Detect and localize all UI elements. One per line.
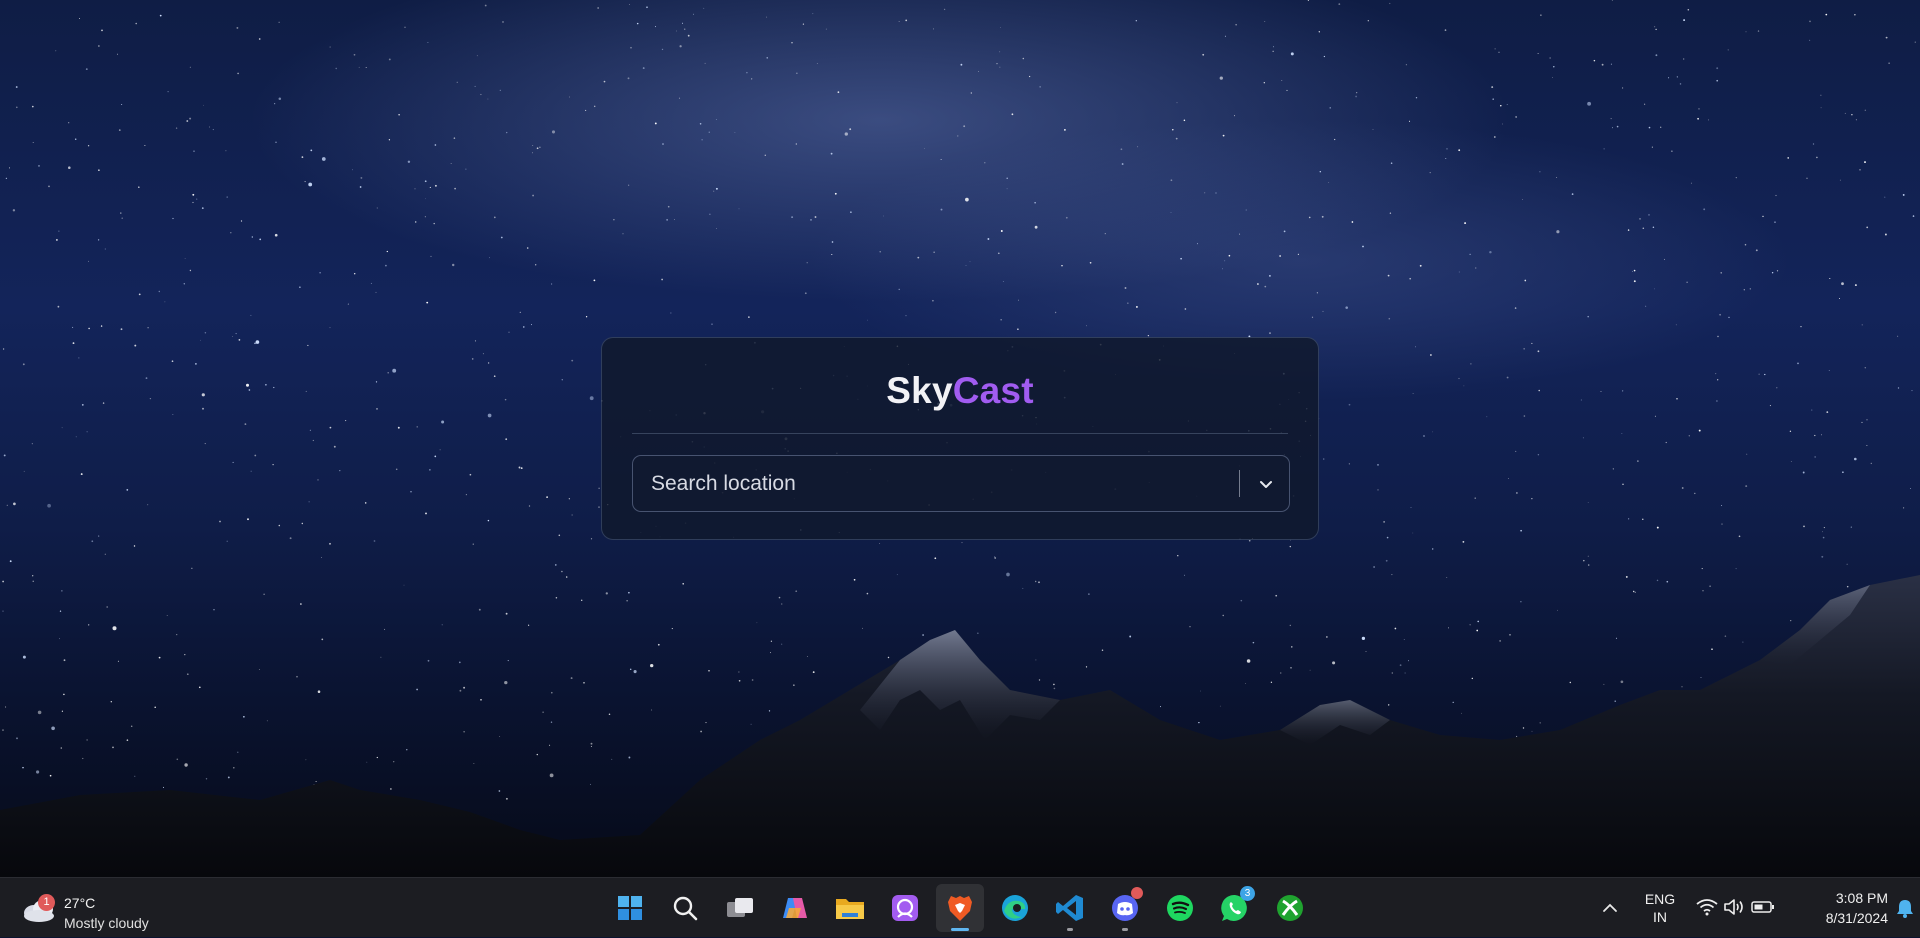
weather-condition: Mostly cloudy [64,915,149,931]
show-hidden-icons-button[interactable] [1596,894,1624,922]
whatsapp-button[interactable]: 3 [1211,884,1259,932]
weather-badge: 1 [38,894,55,911]
taskbar: 1 27°C Mostly cloudy 3 ENG IN 3:08 PM 8/… [0,877,1920,937]
notifications-button[interactable] [1894,895,1916,921]
clock[interactable]: 3:08 PM 8/31/2024 [1786,887,1888,929]
chevron-down-icon [1260,481,1272,488]
system-tray: ENG IN 3:08 PM 8/31/2024 [1596,878,1920,938]
search-location-input[interactable] [633,456,1233,511]
chevron-up-icon [1603,903,1617,912]
location-search-combobox[interactable] [632,455,1290,512]
language-indicator[interactable]: ENG IN [1638,889,1682,927]
battery-icon [1751,901,1774,913]
weather-widget[interactable]: 1 27°C Mostly cloudy [18,886,168,931]
discord-button[interactable] [1101,884,1149,932]
xbox-icon [1277,895,1303,921]
folder-icon [836,899,864,919]
search-separator [1239,470,1240,497]
whatsapp-badge: 3 [1240,886,1255,901]
volume-icon [1724,899,1743,915]
photo-app-button[interactable] [881,884,929,932]
language-region: IN [1653,909,1667,925]
brave-browser-icon [948,896,972,921]
logo-cast-text: Cast [952,370,1034,411]
network-button[interactable] [1694,894,1720,920]
clock-date: 8/31/2024 [1825,910,1888,926]
active-indicator [951,928,969,931]
brave-browser-button[interactable] [936,884,984,932]
wifi-icon [1696,899,1718,916]
xbox-button[interactable] [1266,884,1314,932]
dropdown-toggle[interactable] [1246,464,1286,504]
volume-button[interactable] [1722,894,1748,920]
vscode-button[interactable] [1046,884,1094,932]
desktop-wallpaper: SkyCast [0,0,1920,877]
skycast-card: SkyCast [601,337,1319,540]
start-button[interactable] [606,884,654,932]
windows-start-icon [618,896,642,920]
discord-notification-dot [1131,887,1143,899]
weather-temperature: 27°C [64,895,96,911]
copilot-button[interactable] [771,884,819,932]
open-indicator [1122,928,1128,931]
file-explorer-button[interactable] [826,884,874,932]
header-divider [632,433,1288,434]
edge-browser-button[interactable] [991,884,1039,932]
photo-app-icon [892,895,918,921]
bell-icon [1897,900,1913,918]
vscode-icon [1056,895,1083,921]
logo-sky-text: Sky [886,370,953,411]
task-view-button[interactable] [716,884,764,932]
search-icon [673,896,698,921]
app-logo: SkyCast [602,370,1318,412]
copilot-icon [783,898,807,918]
battery-button[interactable] [1750,894,1776,920]
edge-browser-icon [1002,895,1028,921]
task-view-icon [727,898,753,917]
language-code: ENG [1644,891,1676,907]
spotify-icon [1167,895,1193,921]
open-indicator [1067,928,1073,931]
taskbar-search-button[interactable] [661,884,709,932]
spotify-button[interactable] [1156,884,1204,932]
clock-time: 3:08 PM [1835,890,1888,906]
